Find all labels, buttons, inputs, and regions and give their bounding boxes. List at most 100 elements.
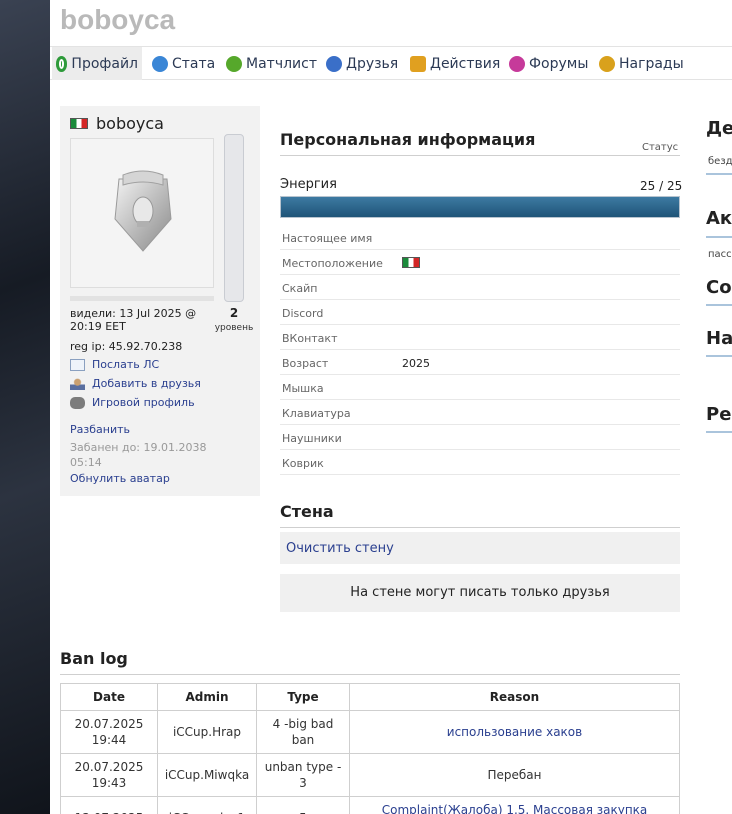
tab-label: Форумы [529, 55, 589, 72]
info-label: Коврик [282, 457, 324, 470]
send-message-link[interactable]: Послать ЛС [70, 358, 159, 371]
avatar-progress [70, 296, 214, 301]
energy-bar [280, 196, 680, 218]
clear-wall-link[interactable]: Очистить стену [286, 541, 394, 556]
wall-title: Стена [280, 502, 334, 521]
info-label: Скайп [282, 282, 318, 295]
info-row: Мышка [280, 375, 680, 400]
right-divider [706, 355, 732, 357]
unban-link[interactable]: Разбанить [70, 423, 130, 436]
tab-label: Профайл [71, 55, 138, 72]
personal-info-title: Персональная информация [280, 130, 536, 149]
divider [280, 155, 680, 156]
avatar [70, 138, 214, 288]
divider [280, 527, 680, 528]
table-row: 20.07.2025 19:44 iCCup.Hrap 4 -big bad ban… [60, 710, 680, 754]
info-icon [152, 55, 168, 72]
add-user-icon [70, 377, 85, 390]
background-art [0, 0, 50, 814]
col-admin: Admin [157, 683, 257, 711]
cell-admin: iCCup.rolex1 [157, 796, 257, 814]
tab-label: Друзья [346, 55, 399, 72]
right-divider [706, 431, 732, 433]
table-row: 20.07.2025 19:43 iCCup.Miwqka unban type -… [60, 753, 680, 797]
cell-type: unban type - 3 [256, 753, 350, 797]
right-text-1: безде [708, 156, 732, 167]
right-heading-5: Ре [706, 404, 732, 425]
cell-admin: iCCup.Miwqka [157, 753, 257, 797]
tab-label: Действия [430, 55, 501, 72]
game-profile-link[interactable]: Игровой профиль [70, 396, 195, 409]
info-label: Настоящее имя [282, 232, 373, 245]
cell-date: 20.07.2025 19:43 [60, 753, 158, 797]
cell-type: 5 [256, 796, 350, 814]
right-heading-4: На [706, 328, 732, 349]
divider [60, 674, 680, 675]
tab-stats[interactable]: Стата [148, 47, 219, 80]
add-friend-link[interactable]: Добавить в друзья [70, 377, 201, 390]
info-label: Возраст [282, 357, 329, 370]
actions-icon [410, 55, 426, 72]
tab-matchlist[interactable]: Матчлист [222, 47, 321, 80]
info-label: Мышка [282, 382, 324, 395]
reason-link[interactable]: использование хаков [447, 725, 582, 739]
col-type: Type [256, 683, 350, 711]
info-row: ВКонтакт [280, 325, 680, 350]
profile-icon [56, 55, 68, 72]
table-row: 13.07.2025iCCup.rolex15 Complaint(Жалоба)… [60, 796, 680, 814]
last-seen: видели: 13 Jul 2025 @ 20:19 EET [70, 307, 197, 333]
add-friend-label: Добавить в друзья [92, 377, 201, 390]
profile-card: boboyca 2 уровень видели: 13 Jul 2025 @ [60, 106, 260, 496]
right-heading-1: Де [706, 118, 732, 139]
right-text-2: пасс [708, 249, 732, 260]
info-label: Местоположение [282, 257, 383, 270]
tab-label: Награды [619, 55, 684, 72]
info-row: Наушники [280, 425, 680, 450]
right-divider [706, 173, 732, 175]
envelope-icon [70, 358, 85, 371]
tab-label: Стата [172, 55, 216, 72]
banlog-title: Ban log [60, 649, 128, 668]
reg-ip: reg ip: 45.92.70.238 [70, 340, 183, 353]
cell-reason: Перебан [349, 753, 680, 797]
info-row: Возраст 2025 [280, 350, 680, 375]
game-profile-label: Игровой профиль [92, 396, 195, 409]
wall-message: На стене могут писать только друзья [280, 574, 680, 612]
info-row: Discord [280, 300, 680, 325]
clear-wall-bar: Очистить стену [280, 532, 680, 564]
info-row: Настоящее имя [280, 225, 680, 250]
right-divider [706, 304, 732, 306]
profile-username: boboyca [96, 114, 164, 133]
banned-until: Забанен до: 19.01.2038 05:14 [70, 441, 207, 469]
gamepad-icon [70, 396, 85, 409]
info-row: Скайп [280, 275, 680, 300]
awards-icon [599, 55, 615, 72]
tab-forums[interactable]: Форумы [505, 47, 592, 80]
col-reason: Reason [349, 683, 680, 711]
cell-reason: Complaint(Жалоба) 1.5. Массовая закупка … [349, 796, 680, 814]
reset-avatar-link[interactable]: Обнулить аватар [70, 472, 170, 485]
energy-value: 25 / 25 [640, 179, 683, 193]
energy-label: Энергия [280, 177, 337, 192]
info-label: Наушники [282, 432, 342, 445]
tab-profile[interactable]: Профайл [52, 47, 142, 80]
info-value: 2025 [402, 357, 430, 370]
info-row: Местоположение [280, 250, 680, 275]
status-label: Статус [642, 142, 679, 153]
profile-tabs: Профайл Стата Матчлист Друзья Действия Ф… [50, 46, 732, 80]
tab-awards[interactable]: Награды [595, 47, 688, 80]
info-label: Discord [282, 307, 324, 320]
cell-admin: iCCup.Hrap [157, 710, 257, 754]
tab-actions[interactable]: Действия [406, 47, 504, 80]
tab-label: Матчлист [246, 55, 317, 72]
tab-friends[interactable]: Друзья [322, 47, 402, 80]
col-date: Date [60, 683, 158, 711]
right-heading-2: Акт [706, 208, 732, 229]
forums-icon [509, 55, 525, 72]
right-heading-3: Со [706, 277, 732, 298]
info-label: ВКонтакт [282, 332, 338, 345]
reason-link[interactable]: Complaint(Жалоба) 1.5. Массовая закупка … [382, 803, 648, 814]
right-divider [706, 236, 732, 238]
cell-type: 4 -big bad ban [256, 710, 350, 754]
cell-date: 13.07.2025 [60, 796, 158, 814]
